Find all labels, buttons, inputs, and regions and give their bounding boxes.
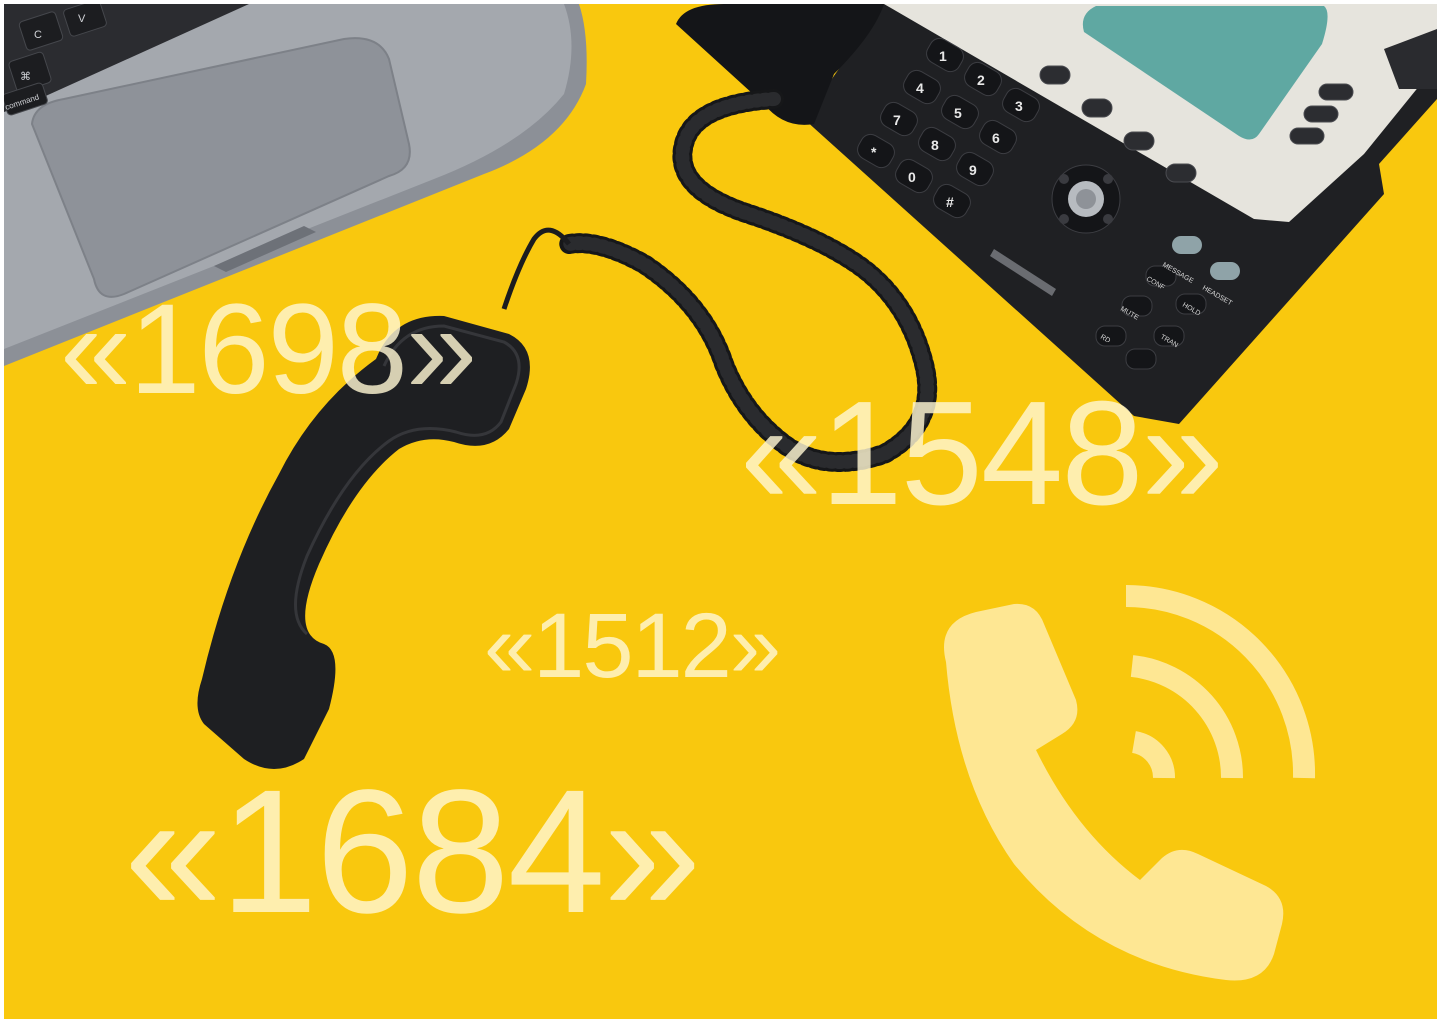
overlay-number-right: «1548» xyxy=(740,371,1224,536)
keypad-3: 3 xyxy=(1015,98,1023,114)
keypad-6: 6 xyxy=(992,130,1000,146)
keypad-1: 1 xyxy=(939,48,947,64)
overlay-number-bottom-left: «1684» xyxy=(124,754,701,950)
overlay-number-top-left: «1698» xyxy=(60,278,477,421)
keypad-9: 9 xyxy=(969,162,977,178)
key-c-label: C xyxy=(34,29,42,41)
key-v-label: V xyxy=(78,13,86,25)
keypad-star: * xyxy=(871,144,877,160)
keypad-7: 7 xyxy=(893,112,901,128)
keypad-4: 4 xyxy=(916,80,924,96)
overlay-number-center: «1512» xyxy=(484,595,781,697)
keypad-0: 0 xyxy=(908,169,916,185)
phone-calling-icon xyxy=(944,585,1316,981)
key-cmd-symbol: ⌘ xyxy=(20,70,31,83)
navigation-pad xyxy=(1051,164,1121,234)
photo-frame: C V ⌘ command 1 2 3 4 5 6 7 8 9 * 0 # ME… xyxy=(4,4,1437,1019)
keypad-8: 8 xyxy=(931,137,939,153)
keypad-2: 2 xyxy=(977,72,985,88)
keypad-hash: # xyxy=(946,194,954,210)
keypad-5: 5 xyxy=(954,105,962,121)
